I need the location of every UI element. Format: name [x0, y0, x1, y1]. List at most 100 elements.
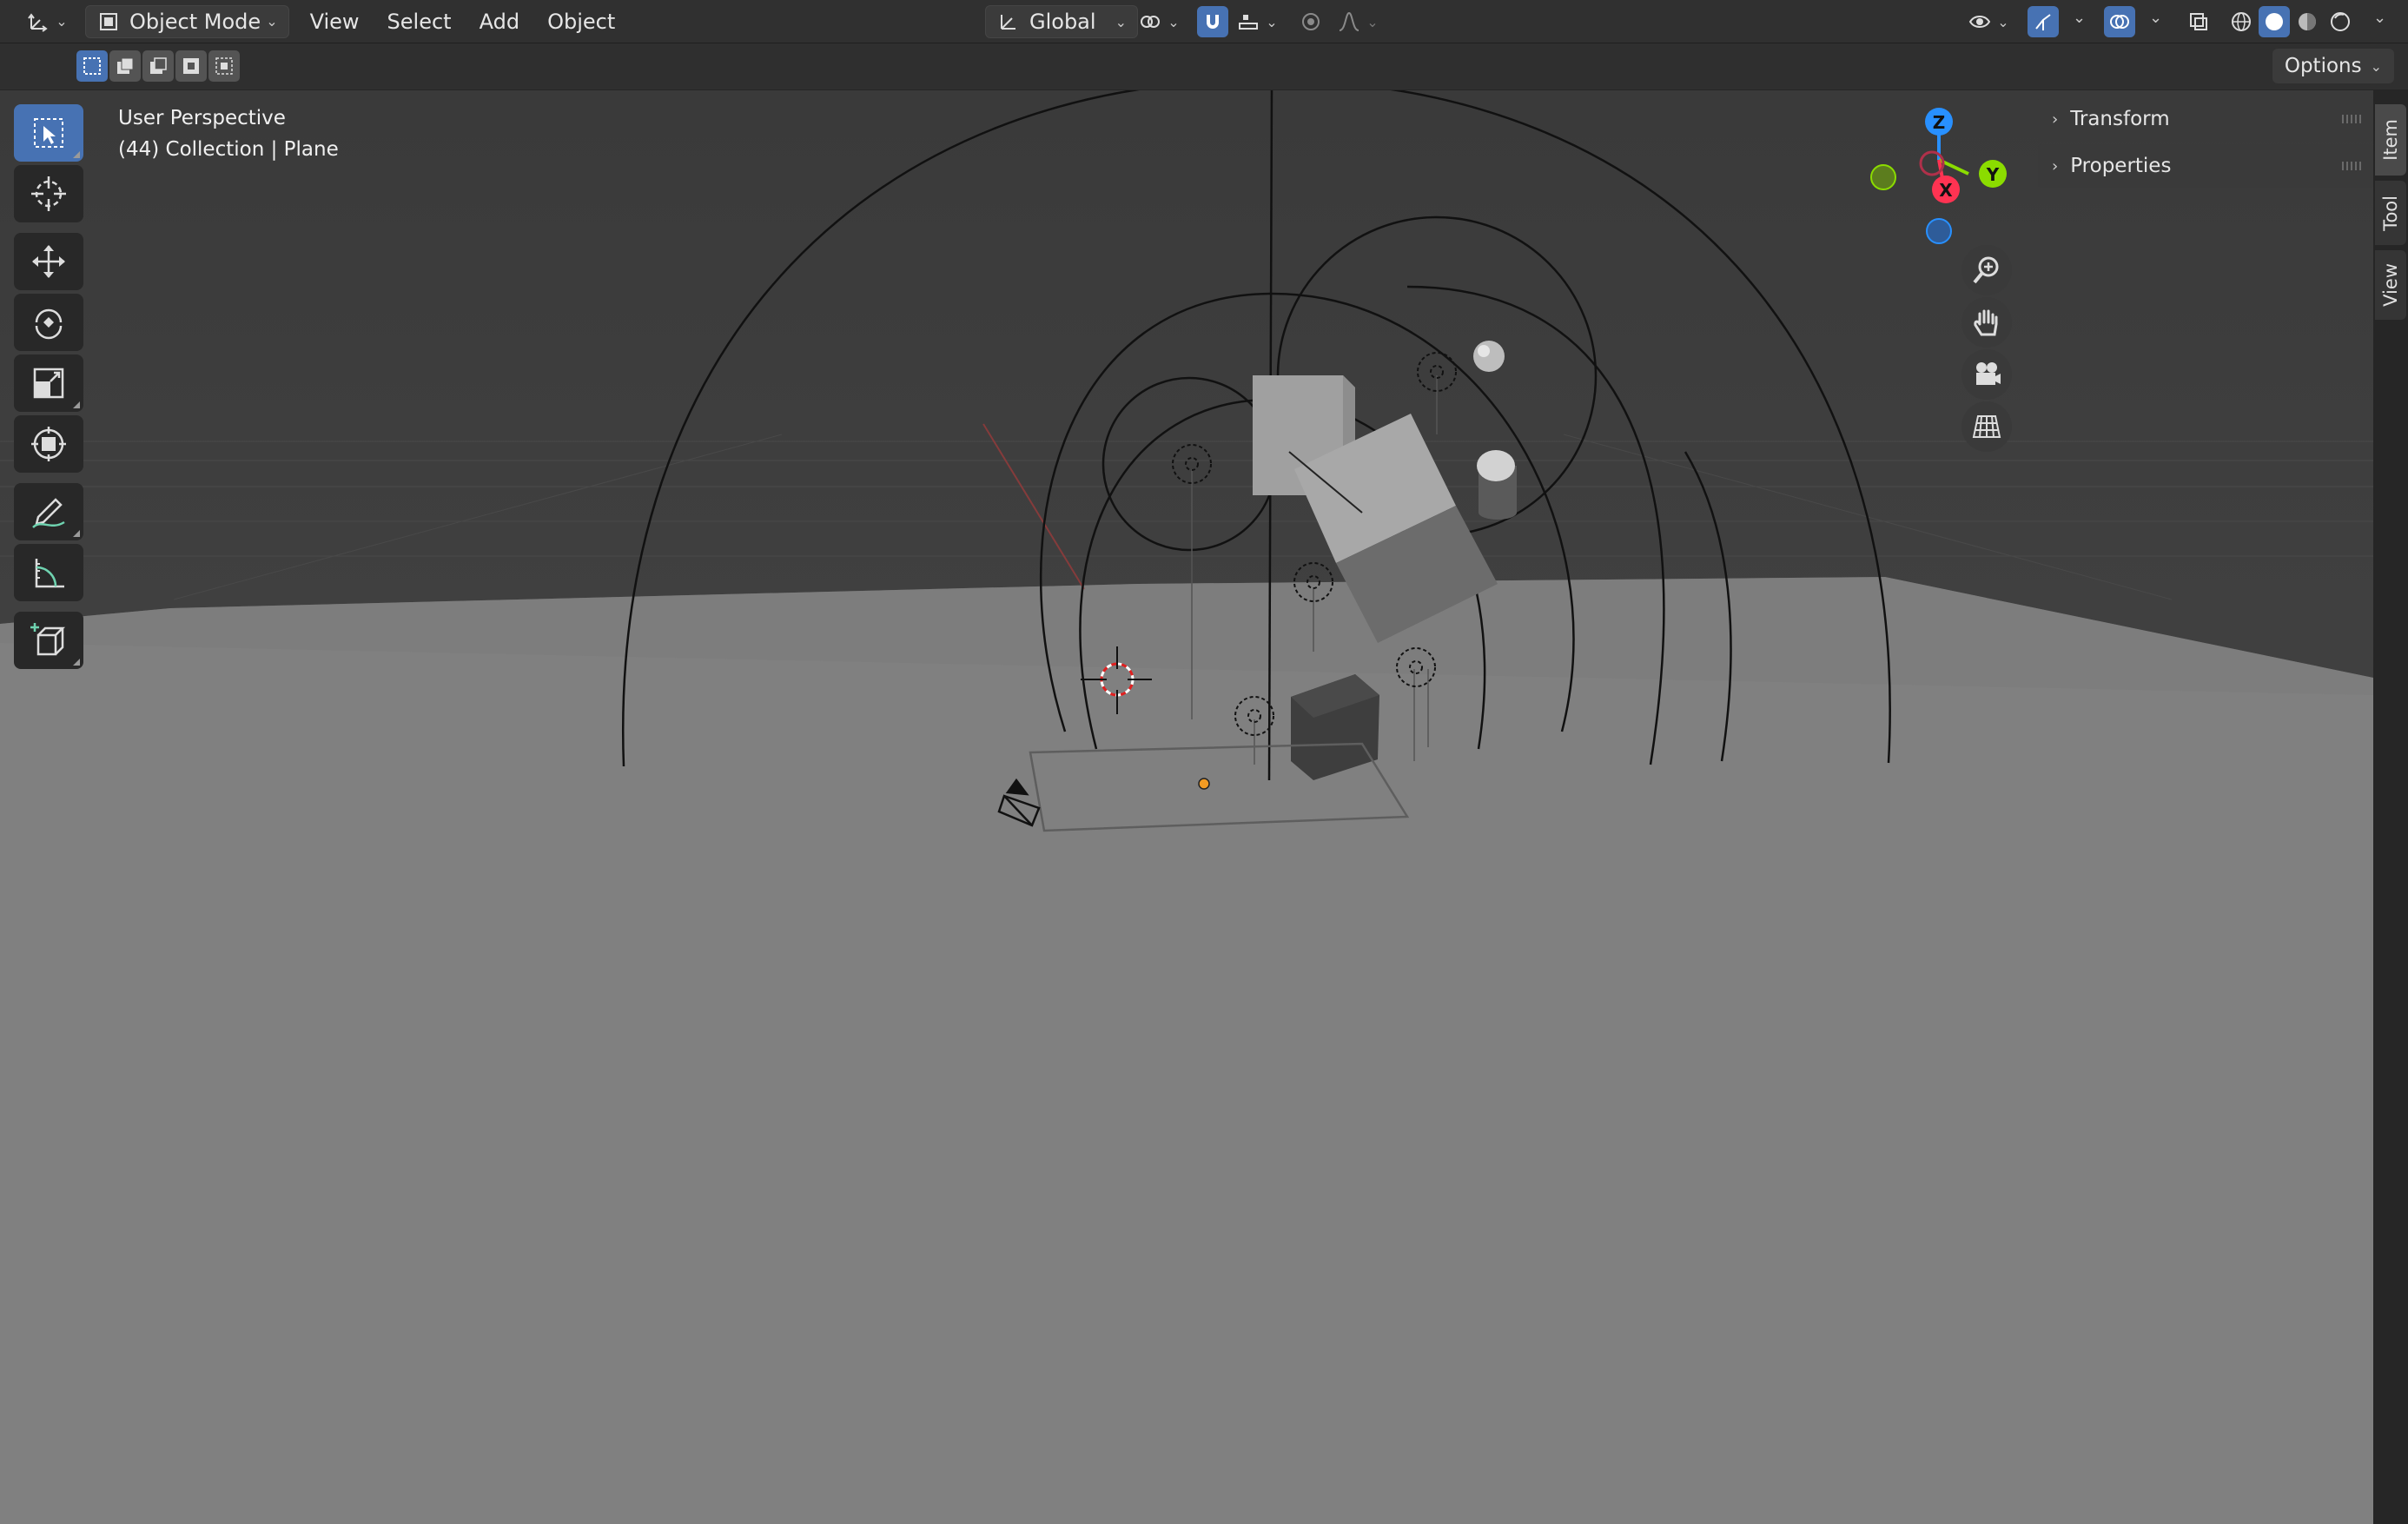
select-intersect-icon [215, 57, 233, 75]
overlays-toggle[interactable] [2104, 6, 2135, 37]
select-new-icon [83, 57, 101, 75]
tool-transform[interactable] [14, 415, 83, 473]
zoom-button[interactable] [1961, 245, 2012, 295]
select-extend-icon [117, 57, 134, 74]
sidebar-tabs: Item Tool View [2373, 90, 2408, 1524]
chevron-down-icon: ⌄ [1997, 13, 2009, 30]
gizmo-y-label: Y [1986, 164, 2000, 185]
editor-type-button[interactable]: ⌄ [21, 5, 73, 38]
select-extend-button[interactable] [109, 50, 141, 82]
gizmo-z-label: Z [1933, 112, 1946, 133]
3d-viewport[interactable] [0, 90, 2373, 1524]
object-mode-icon [100, 12, 117, 30]
panel-transform[interactable]: › Transform [2038, 97, 2373, 141]
shading-material[interactable] [2292, 5, 2323, 38]
select-intersect-button[interactable] [208, 50, 240, 82]
tool-rotate[interactable] [14, 294, 83, 351]
mode-label: Object Mode [129, 9, 261, 34]
menu-add[interactable]: Add [466, 5, 533, 38]
tab-view[interactable]: View [2375, 250, 2406, 320]
annotate-icon [32, 498, 65, 528]
gizmo-chevron-icon[interactable]: ⌄ [2073, 9, 2086, 27]
transform-icon [31, 427, 66, 461]
gizmo-x-label: X [1939, 180, 1953, 201]
chevron-down-icon: ⌄ [2370, 57, 2382, 75]
gizmo-neg-y[interactable] [1870, 164, 1896, 190]
snap-toggle[interactable] [1197, 6, 1228, 37]
tab-item[interactable]: Item [2375, 104, 2406, 176]
tool-options-corner [73, 151, 80, 158]
drag-grip-icon[interactable] [2342, 162, 2361, 170]
pan-button[interactable] [1961, 297, 2012, 348]
tool-scale[interactable] [14, 354, 83, 412]
overlays-icon [2110, 15, 2129, 29]
tool-measure[interactable] [14, 544, 83, 601]
snap-target-dropdown[interactable]: ⌄ [1232, 5, 1282, 38]
shading-wireframe[interactable] [2226, 5, 2257, 38]
rendered-sphere-icon [2331, 12, 2350, 31]
select-invert-icon [183, 58, 199, 74]
tool-annotate[interactable] [14, 483, 83, 540]
select-invert-button[interactable] [175, 50, 207, 82]
xray-toggle[interactable] [2182, 5, 2215, 38]
panel-properties-label: Properties [2070, 155, 2172, 177]
scale-icon [33, 368, 64, 399]
navigation-gizmo[interactable]: Z Y X [1850, 97, 2034, 254]
tool-options-corner [73, 659, 80, 666]
cursor-icon [31, 176, 66, 211]
panel-transform-label: Transform [2070, 108, 2170, 130]
tool-select-box[interactable] [14, 104, 83, 162]
menu-view[interactable]: View [296, 5, 374, 38]
move-icon [32, 245, 65, 278]
select-new-button[interactable] [76, 50, 108, 82]
chevron-right-icon: › [2052, 156, 2059, 176]
overlays-chevron-icon[interactable]: ⌄ [2149, 9, 2162, 27]
floor-plane [0, 577, 2373, 1524]
tool-move[interactable] [14, 233, 83, 290]
mode-dropdown[interactable]: Object Mode ⌄ [85, 4, 289, 38]
panel-properties[interactable]: › Properties [2038, 144, 2373, 188]
chevron-down-icon: ⌄ [1266, 13, 1278, 30]
scene-render [0, 90, 2373, 1524]
gizmo-toggle[interactable] [2028, 6, 2059, 37]
pivot-dropdown[interactable]: ⌄ [1131, 5, 1187, 38]
select-subtract-button[interactable] [142, 50, 174, 82]
grid-icon [1972, 415, 2001, 438]
collection-label: (44) Collection | Plane [118, 138, 339, 161]
chevron-down-icon: ⌄ [56, 13, 68, 30]
camera-view-button[interactable] [1961, 349, 2012, 400]
tool-options-corner [73, 401, 80, 408]
tool-cursor[interactable] [14, 165, 83, 222]
orientation-label: Global [1029, 10, 1096, 34]
visibility-dropdown[interactable]: ⌄ [1961, 5, 2015, 38]
falloff-curve-icon [1339, 11, 1359, 31]
shading-rendered[interactable] [2325, 5, 2356, 38]
options-label: Options [2284, 55, 2362, 77]
chevron-right-icon: › [2052, 109, 2059, 129]
magnet-icon [1207, 15, 1219, 29]
tab-tool-label: Tool [2380, 195, 2401, 231]
camera-icon [1976, 362, 2001, 385]
options-dropdown[interactable]: Options ⌄ [2272, 49, 2394, 83]
eye-icon [1969, 16, 1991, 28]
drag-grip-icon[interactable] [2342, 115, 2361, 123]
perspective-label: User Perspective [118, 107, 286, 129]
gizmo-icon [2035, 14, 2051, 30]
menu-select[interactable]: Select [374, 5, 466, 38]
shading-chevron-icon[interactable]: ⌄ [2373, 9, 2386, 27]
tool-add-cube[interactable] [14, 612, 83, 669]
falloff-dropdown[interactable]: ⌄ [1331, 5, 1385, 38]
pan-hand-icon [1974, 309, 1998, 336]
orientation-dropdown[interactable]: Global ⌄ [985, 5, 1138, 38]
proportional-editing-toggle[interactable] [1294, 5, 1327, 38]
menu-object[interactable]: Object [533, 5, 629, 38]
shading-solid[interactable] [2259, 6, 2290, 37]
tool-options-corner [73, 530, 80, 537]
gizmo-neg-z[interactable] [1926, 218, 1952, 244]
tab-tool[interactable]: Tool [2375, 181, 2406, 245]
xray-icon [2190, 13, 2207, 30]
select-subtract-icon [150, 57, 167, 74]
tab-view-label: View [2380, 263, 2401, 307]
perspective-toggle-button[interactable] [1961, 401, 2012, 452]
selection-mode-group [76, 50, 240, 83]
